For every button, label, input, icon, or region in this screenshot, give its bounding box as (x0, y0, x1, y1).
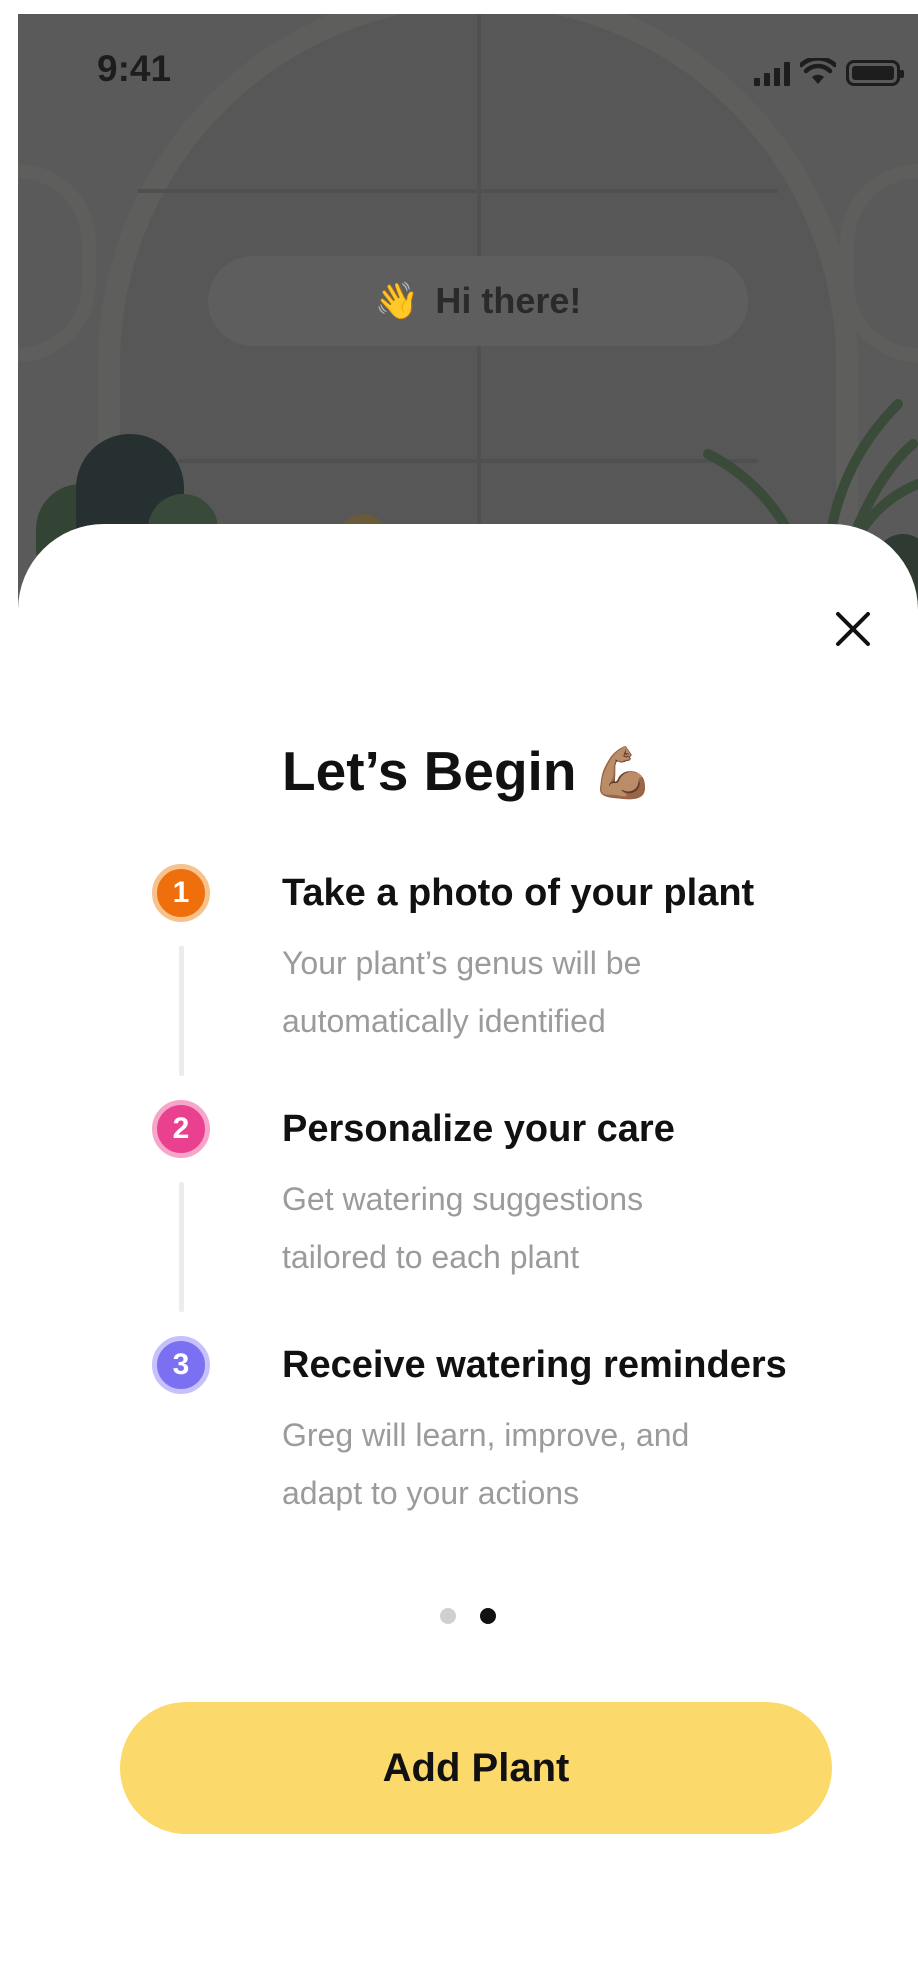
step-number: 2 (172, 1112, 190, 1145)
bottom-sheet: Let’s Begin 💪🏽 1 Take a photo of your pl… (18, 524, 918, 1971)
background-line (138, 189, 778, 193)
step-description: Greg will learn, improve, and adapt to y… (282, 1406, 802, 1522)
pagination-dots (18, 1608, 918, 1624)
step-description-line: automatically identified (282, 1003, 606, 1039)
step-description-line: tailored to each plant (282, 1239, 580, 1275)
step-item: 2 Personalize your care Get watering sug… (152, 1100, 852, 1336)
step-description-line: Your plant’s genus will be (282, 945, 642, 981)
step-description: Get watering suggestions tailored to eac… (282, 1170, 802, 1286)
step-description: Your plant’s genus will be automatically… (282, 934, 802, 1050)
background-line (178, 459, 758, 463)
pagination-dot[interactable] (440, 1608, 456, 1624)
status-icons (754, 56, 904, 86)
step-title: Personalize your care (282, 1108, 675, 1150)
step-number-badge: 2 (152, 1100, 210, 1158)
cellular-signal-icon (754, 62, 790, 86)
wifi-icon (800, 58, 836, 84)
close-button[interactable] (828, 604, 878, 654)
step-number: 1 (172, 876, 190, 909)
add-plant-button[interactable]: Add Plant (120, 1702, 832, 1834)
greeting-bubble: 👋 Hi there! (208, 256, 748, 346)
step-connector (179, 946, 184, 1076)
step-item: 1 Take a photo of your plant Your plant’… (152, 864, 852, 1100)
step-connector (179, 1182, 184, 1312)
steps-list: 1 Take a photo of your plant Your plant’… (152, 864, 852, 1572)
sheet-title: Let’s Begin 💪🏽 (18, 739, 918, 803)
step-title: Take a photo of your plant (282, 872, 755, 914)
background-ring-left (18, 164, 96, 362)
onboarding-screen: 👋 Hi there! 9:41 Let’s Begin 💪🏽 1 Take a… (18, 14, 918, 1971)
step-number-badge: 3 (152, 1336, 210, 1394)
step-number: 3 (172, 1348, 190, 1381)
waving-hand-icon: 👋 (374, 281, 420, 322)
pagination-dot-active[interactable] (480, 1608, 496, 1624)
step-item: 3 Receive watering reminders Greg will l… (152, 1336, 852, 1572)
sheet-title-text: Let’s Begin (282, 740, 577, 802)
step-description-line: Greg will learn, improve, and (282, 1417, 690, 1453)
status-bar: 9:41 (18, 14, 918, 114)
close-icon (836, 612, 870, 646)
greeting-text: Hi there! (435, 280, 582, 321)
battery-icon (846, 60, 904, 86)
flexed-biceps-icon: 💪🏽 (591, 745, 654, 801)
step-description-line: adapt to your actions (282, 1475, 580, 1511)
step-number-badge: 1 (152, 864, 210, 922)
step-description-line: Get watering suggestions (282, 1181, 644, 1217)
status-time: 9:41 (97, 48, 172, 89)
step-title: Receive watering reminders (282, 1344, 787, 1386)
